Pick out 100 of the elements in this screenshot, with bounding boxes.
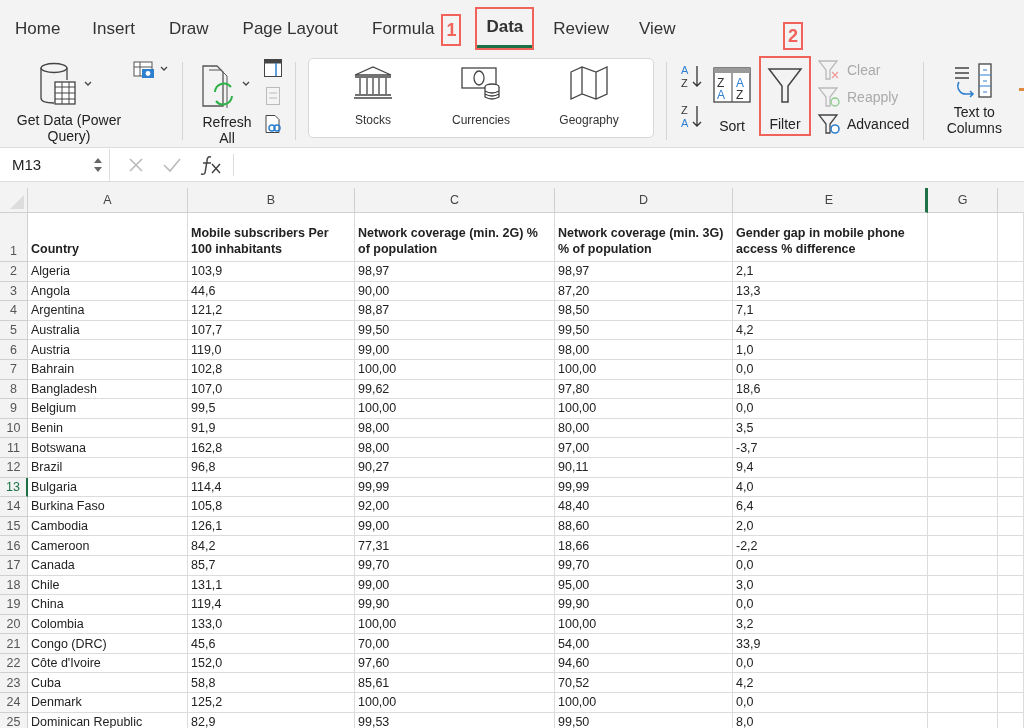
list-icon[interactable] (263, 86, 283, 106)
column-header[interactable]: C (355, 188, 555, 213)
ribbon-tab[interactable]: Page Layout (231, 13, 350, 50)
function-icon[interactable] (199, 153, 223, 176)
table-cell: 97,00 (555, 438, 733, 458)
row-number[interactable]: 12 (0, 457, 28, 478)
row-number[interactable]: 15 (0, 516, 28, 537)
table-cell: Chile (28, 575, 188, 596)
row-number[interactable]: 9 (0, 399, 28, 419)
table-cell: 0,0 (733, 555, 928, 576)
table-cell: Côte d'Ivoire (28, 653, 188, 674)
header-cell: Network coverage (min. 3G) % of population (555, 213, 733, 262)
table-cell: 99,53 (355, 712, 555, 728)
ribbon-tab[interactable]: Draw (157, 13, 220, 50)
table-cell: 107,7 (188, 320, 355, 341)
row-number[interactable]: 11 (0, 438, 28, 458)
empty-cell (998, 673, 1024, 694)
get-data-button[interactable]: Get Data (Power Query) (10, 58, 128, 148)
row-number[interactable]: 24 (0, 693, 28, 713)
table-cell: 99,00 (355, 516, 555, 537)
table-cell: 100,00 (355, 693, 555, 713)
table-cell: 90,11 (555, 457, 733, 478)
row-number[interactable]: 16 (0, 536, 28, 556)
table-cell: Cambodia (28, 516, 188, 537)
empty-cell (998, 516, 1024, 537)
table-cell: 98,87 (355, 301, 555, 321)
row-number[interactable]: 1 (0, 213, 28, 262)
ribbon-tab[interactable]: Home (4, 13, 72, 50)
row-number[interactable]: 7 (0, 359, 28, 380)
empty-cell (928, 497, 998, 517)
table-cell: Congo (DRC) (28, 634, 188, 654)
row-number[interactable]: 19 (0, 595, 28, 615)
column-header[interactable]: B (188, 188, 355, 213)
table-cell: 2,1 (733, 262, 928, 282)
empty-cell (928, 320, 998, 341)
empty-cell (998, 575, 1024, 596)
table-cell: 77,31 (355, 536, 555, 556)
table-cell: 58,8 (188, 673, 355, 694)
table-cell: 99,50 (355, 320, 555, 341)
data-type-button[interactable]: Stocks (323, 63, 423, 133)
empty-cell (928, 418, 998, 439)
row-number[interactable]: 20 (0, 614, 28, 635)
row-number[interactable]: 5 (0, 320, 28, 341)
ribbon-tab[interactable]: Formula (361, 13, 438, 50)
table-cell: 90,27 (355, 457, 555, 478)
empty-cell (928, 457, 998, 478)
table-cell: 98,00 (355, 418, 555, 439)
row-number[interactable]: 22 (0, 653, 28, 674)
text-to-columns-button[interactable]: Text to Columns (936, 58, 1013, 140)
ribbon-tab[interactable]: View (628, 13, 687, 50)
row-number[interactable]: 17 (0, 555, 28, 576)
row-number[interactable]: 4 (0, 301, 28, 321)
column-header[interactable]: D (555, 188, 733, 213)
column-header[interactable]: G (928, 188, 998, 213)
row-number[interactable]: 13 (0, 477, 28, 498)
table-cell: 84,2 (188, 536, 355, 556)
row-number[interactable]: 3 (0, 281, 28, 302)
ribbon-tab[interactable]: Insert (81, 13, 146, 50)
table-cell: 99,62 (355, 379, 555, 400)
table-cell: Colombia (28, 614, 188, 635)
refresh-all-button[interactable]: Refresh All (195, 58, 259, 150)
linked-document-icon[interactable] (263, 114, 283, 134)
row-number[interactable]: 23 (0, 673, 28, 694)
row-number[interactable]: 18 (0, 575, 28, 596)
empty-cell (998, 536, 1024, 556)
empty-cell (928, 281, 998, 302)
column-header[interactable] (998, 188, 1024, 213)
data-type-button[interactable]: Geography (539, 63, 639, 133)
empty-cell (998, 379, 1024, 400)
table-cell: 7,1 (733, 301, 928, 321)
properties-panel-icon[interactable] (263, 58, 283, 78)
empty-cell (928, 438, 998, 458)
empty-cell (928, 359, 998, 380)
column-header[interactable]: E (733, 188, 928, 213)
table-cell: 92,00 (355, 497, 555, 517)
row-number[interactable]: 10 (0, 418, 28, 439)
filter-button[interactable]: Filter (759, 56, 811, 136)
row-number[interactable]: 21 (0, 634, 28, 654)
table-cell: 95,00 (555, 575, 733, 596)
empty-cell (928, 301, 998, 321)
row-number[interactable]: 2 (0, 262, 28, 282)
select-all-corner[interactable] (0, 188, 28, 213)
row-number[interactable]: 14 (0, 497, 28, 517)
filter-option-button[interactable]: Advanced (815, 112, 912, 136)
row-number[interactable]: 6 (0, 340, 28, 360)
data-type-button[interactable]: Currencies (431, 63, 531, 133)
table-cell: 3,0 (733, 575, 928, 596)
empty-cell (998, 555, 1024, 576)
name-box[interactable]: M13 (0, 148, 110, 181)
cancel-icon[interactable] (127, 155, 145, 174)
ribbon-tab[interactable]: Review (542, 13, 620, 50)
sort-button[interactable]: Z A A Z Sort (709, 58, 755, 138)
row-number[interactable]: 8 (0, 379, 28, 400)
funnel-refresh-icon (817, 86, 841, 108)
empty-cell (928, 595, 998, 615)
column-header[interactable]: A (28, 188, 188, 213)
empty-cell (928, 575, 998, 596)
ribbon-tab[interactable]: Data (475, 7, 535, 50)
header-cell: Network coverage (min. 2G) % of population (355, 213, 555, 262)
table-cell: 70,00 (355, 634, 555, 654)
